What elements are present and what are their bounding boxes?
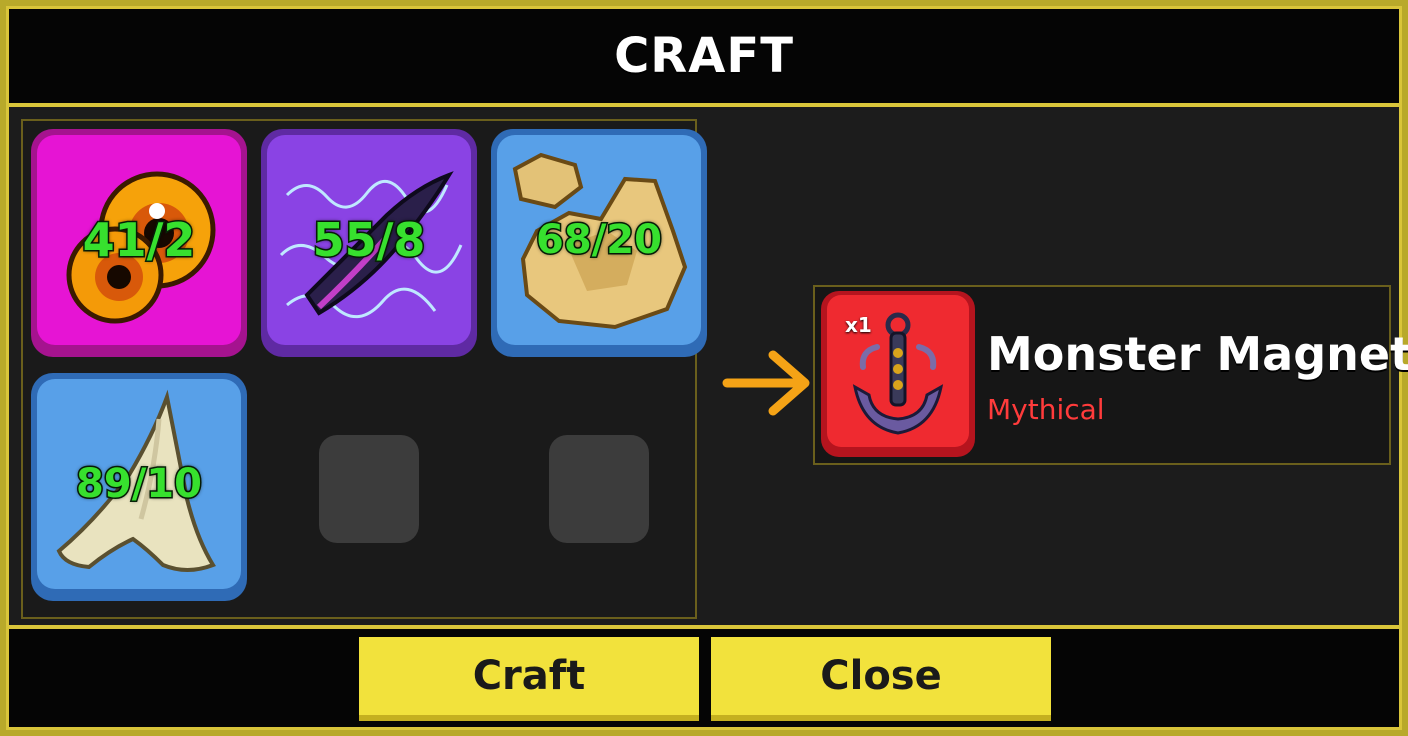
result-quantity: x1 [845,313,872,337]
ingredient-slot-1[interactable]: 41/2 [31,129,247,357]
ingredient-count: 55/8 [311,212,427,269]
window-title: CRAFT [614,28,794,84]
button-bar: Craft Close [9,625,1399,727]
result-item-slot-inner: x1 [827,295,969,447]
result-item-name: Monster Magnet [987,327,1408,381]
craft-window: CRAFT 41/2 55/8 68/20 89/10 x1 Monster M… [6,6,1408,730]
ingredient-count: 68/20 [535,216,664,265]
screen-frame: CRAFT 41/2 55/8 68/20 89/10 x1 Monster M… [0,0,1408,736]
ingredient-slot-2-inner: 55/8 [267,135,471,345]
result-item-rarity: Mythical [987,393,1105,426]
ingredient-slot-4-inner: 89/10 [37,379,241,589]
craft-result-panel: x1 Monster Magnet Mythical [813,285,1408,465]
ingredient-grid: 41/2 55/8 68/20 89/10 [21,119,707,619]
ingredient-slot-4[interactable]: 89/10 [31,373,247,601]
close-button[interactable]: Close [711,637,1051,721]
empty-ingredient-slot [319,435,419,543]
arrow-right-icon [722,350,810,416]
ingredient-count: 89/10 [75,460,204,509]
ingredient-slot-3-inner: 68/20 [497,135,701,345]
empty-ingredient-slot [549,435,649,543]
craft-body: 41/2 55/8 68/20 89/10 x1 Monster Magnet … [9,107,1408,631]
title-bar: CRAFT [9,9,1399,107]
ingredient-slot-3[interactable]: 68/20 [491,129,707,357]
ingredient-slot-2[interactable]: 55/8 [261,129,477,357]
ingredient-slot-1-inner: 41/2 [37,135,241,345]
craft-button[interactable]: Craft [359,637,699,721]
ingredient-count: 41/2 [81,212,197,269]
result-item-slot[interactable]: x1 [821,291,975,457]
